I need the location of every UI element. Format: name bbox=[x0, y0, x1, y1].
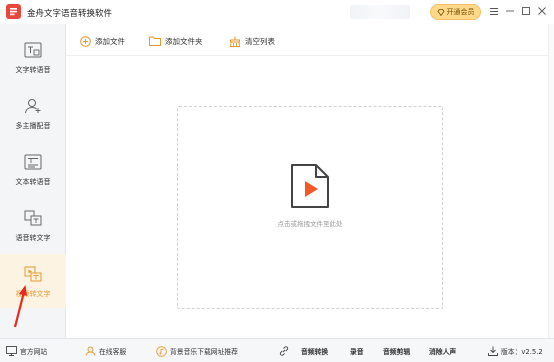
video-to-text-icon bbox=[24, 266, 42, 282]
official-site-link[interactable]: 官方网站 bbox=[6, 345, 47, 357]
speech-to-text-icon bbox=[24, 210, 42, 226]
blurred-region bbox=[350, 5, 410, 19]
add-folder-label: 添加文件夹 bbox=[165, 36, 203, 46]
clear-list-button[interactable]: 清空列表 bbox=[229, 33, 275, 49]
add-file-button[interactable]: 添加文件 bbox=[80, 33, 125, 49]
download-icon bbox=[488, 346, 498, 356]
text-to-speech-icon bbox=[24, 42, 42, 58]
sidebar-item-text-to-speech[interactable]: 文字转语音 bbox=[0, 30, 66, 84]
user-add-icon bbox=[25, 99, 41, 114]
sidebar-item-label: 文本转语音 bbox=[15, 178, 51, 186]
vip-button-label: 开通会员 bbox=[446, 8, 475, 16]
record-link[interactable]: 录音 bbox=[350, 345, 364, 357]
sidebar-item-multi-voice[interactable]: 多主播配音 bbox=[0, 86, 66, 140]
add-folder-button[interactable]: 添加文件夹 bbox=[149, 33, 203, 49]
drop-hint: 点击或拖拽文件至此处 bbox=[277, 220, 343, 228]
video-file-icon bbox=[291, 164, 329, 208]
official-site-label: 官方网站 bbox=[20, 348, 48, 356]
add-circle-icon bbox=[80, 35, 91, 47]
diamond-icon bbox=[437, 8, 444, 16]
app-logo bbox=[6, 4, 21, 19]
title-bar: 金舟文字语音转换软件 开通会员 bbox=[0, 0, 554, 24]
vip-button[interactable]: 开通会员 bbox=[430, 4, 481, 20]
online-service-link[interactable]: 在线客服 bbox=[85, 345, 126, 357]
sidebar-item-label: 文字转语音 bbox=[15, 66, 51, 74]
vocal-remove-link[interactable]: 消除人声 bbox=[429, 345, 456, 357]
document-text-icon bbox=[24, 154, 42, 170]
menu-icon[interactable] bbox=[487, 4, 501, 18]
minimize-icon[interactable] bbox=[503, 4, 517, 18]
broom-icon bbox=[229, 36, 241, 47]
sidebar-item-label: 语音转文字 bbox=[15, 234, 51, 242]
link-icon bbox=[279, 345, 289, 357]
version-info: 版本：v2.5.2 bbox=[488, 345, 543, 357]
version-label: 版本：v2.5.2 bbox=[501, 348, 543, 356]
music-download-label: 背景音乐下载网址推荐 bbox=[170, 348, 238, 356]
online-service-label: 在线客服 bbox=[99, 348, 127, 356]
sidebar-item-label: 多主播配音 bbox=[15, 122, 51, 130]
audio-convert-link[interactable]: 音频转换 bbox=[301, 345, 328, 357]
annotation-arrow-icon bbox=[13, 285, 27, 328]
folder-icon bbox=[149, 36, 161, 46]
add-file-label: 添加文件 bbox=[95, 36, 125, 46]
customer-service-icon bbox=[85, 346, 96, 356]
app-title: 金舟文字语音转换软件 bbox=[27, 9, 113, 19]
bottom-bar: 官方网站 在线客服 背景音乐下载网址推荐 音频转换 录音 音频剪辑 消除人声 版… bbox=[0, 338, 554, 362]
audio-edit-link[interactable]: 音频剪辑 bbox=[383, 345, 410, 357]
clear-list-label: 清空列表 bbox=[245, 36, 275, 46]
sidebar-item-document-to-speech[interactable]: 文本转语音 bbox=[0, 142, 66, 196]
scrollbar[interactable] bbox=[548, 24, 554, 338]
restore-icon[interactable] bbox=[519, 4, 533, 18]
music-download-link[interactable]: 背景音乐下载网址推荐 bbox=[156, 345, 238, 357]
toolbar-divider bbox=[66, 55, 554, 56]
toolbar: 添加文件 添加文件夹 清空列表 bbox=[66, 24, 554, 58]
sidebar-item-speech-to-text[interactable]: 语音转文字 bbox=[0, 198, 66, 252]
close-icon[interactable] bbox=[535, 4, 549, 18]
monitor-icon bbox=[6, 346, 17, 356]
music-icon bbox=[156, 345, 167, 357]
